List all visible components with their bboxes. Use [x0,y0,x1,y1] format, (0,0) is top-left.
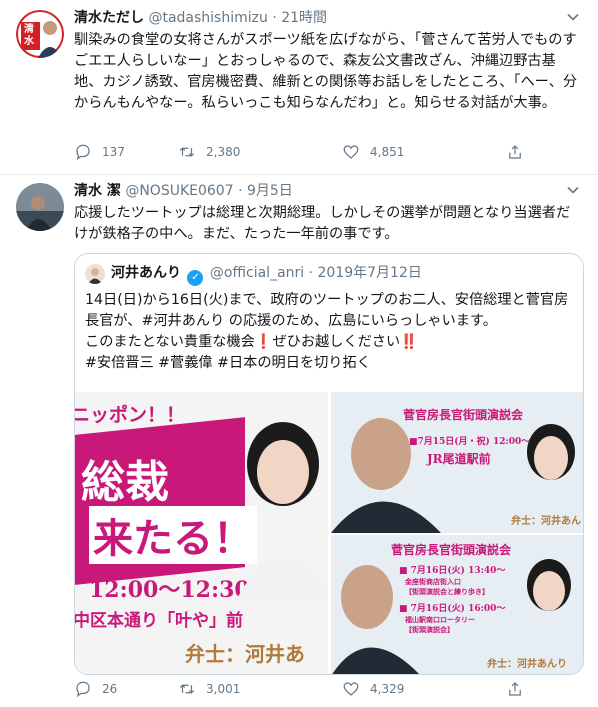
quoted-author-handle: @official_anri [209,265,305,281]
like-button[interactable]: 4,851 [342,142,404,162]
event-title: 菅官房長官街頭演説会 [391,543,512,557]
like-button[interactable]: 4,329 [342,679,404,699]
retweet-count: 2,380 [206,145,241,159]
tweet[interactable]: 清水 清水ただし @tadashishimizu · 21時間 馴染みの食堂の女… [0,0,598,175]
tweet-actions: 26 3,001 4,329 [74,679,521,699]
event-photo[interactable]: 菅官房長官街頭演説会 ■ 7月16日(火) 13:40〜 金座街商店街入口 【街… [331,535,583,674]
share-icon [509,682,521,696]
retweet-button[interactable]: 2,380 [178,142,240,162]
event-line: 福山駅南口ロータリー [405,615,475,624]
heart-icon [343,682,359,696]
share-button[interactable] [506,679,534,699]
retweet-icon [179,147,195,157]
author-handle[interactable]: @NOSUKE0607 [125,183,233,199]
retweet-icon [179,684,195,694]
quoted-media-grid: ニッポン！！ 総裁 来たる！ 12:00〜12:30 中区本通り「叶や」前 弁士… [75,392,583,674]
event-line: 弁士：河井あんり [487,659,567,670]
tweet[interactable]: 清水 潔 @NOSUKE0607 · 9月5日 応援したツートップは総理と次期総… [0,175,598,707]
tweet-header: 清水ただし @tadashishimizu · 21時間 [74,8,558,28]
event-line: 金座街商店街入口 [405,577,461,586]
author-handle[interactable]: @tadashishimizu [148,10,267,26]
chevron-down-icon[interactable] [564,183,582,201]
candidate-photo [235,422,328,602]
event-line: 弁士：河井あん [511,516,581,527]
retweet-button[interactable]: 3,001 [178,679,240,699]
verified-badge-icon: ✓ [187,270,204,286]
poster-image[interactable]: ニッポン！！ 総裁 来たる！ 12:00〜12:30 中区本通り「叶や」前 弁士… [75,392,328,674]
poster-line: 弁士：河井あ [185,642,305,666]
event-photo[interactable]: 菅官房長官街頭演説会 ■7月15日(月・祝) 12:00〜 JR尾道駅前 弁士：… [331,392,583,533]
reply-button[interactable]: 26 [74,679,117,699]
tweet-time[interactable]: · 9月5日 [238,183,293,199]
reply-count: 26 [102,682,118,696]
tweet-text: 馴染みの食堂の女将さんがスポーツ紙を広げながら、「菅さんて苦労人でものすごエエ人… [74,32,578,111]
event-line: ■7月15日(月・祝) 12:00〜 [409,437,531,447]
author-name[interactable]: 清水 潔 [74,183,121,199]
heart-icon [343,145,359,159]
share-button[interactable] [506,142,534,162]
avatar[interactable] [16,183,64,231]
poster-line: 中区本通り「叶や」前 [75,611,243,631]
quoted-header: 河井あんり ✓ @official_anri · 2019年7月12日 [111,263,422,286]
event-line: 【街頭演説会と練り歩き】 [405,587,489,596]
event-line: ■ 7月16日(火) 13:40〜 [399,566,506,576]
tweet-header: 清水 潔 @NOSUKE0607 · 9月5日 [74,181,558,201]
quoted-author-name: 河井あんり [111,265,181,281]
poster-line: ニッポン！！ [75,404,186,426]
share-icon [509,145,521,159]
reply-count: 137 [102,145,125,159]
author-name[interactable]: 清水ただし [74,10,144,26]
event-line: JR尾道駅前 [427,452,491,466]
event-line: ■ 7月16日(火) 16:00〜 [399,604,506,614]
chevron-down-icon[interactable] [564,10,582,28]
avatar[interactable]: 清水 [16,10,64,58]
event-line: 【街頭演説会】 [405,625,454,634]
quoted-avatar [85,264,105,284]
like-count: 4,851 [370,145,405,159]
tweet-text: 応援したツートップは総理と次期総理。しかしその選挙が問題となり当選者だけが鉄格子… [74,205,571,242]
tweet-time[interactable]: · 21時間 [272,10,327,26]
quoted-tweet-time: · 2019年7月12日 [308,265,422,281]
poster-line: 総裁 [81,457,169,508]
event-title: 菅官房長官街頭演説会 [403,408,524,422]
reply-icon [76,681,90,698]
like-count: 4,329 [370,682,405,696]
avatar-text: 清水 [24,24,34,47]
quoted-tweet[interactable]: 河井あんり ✓ @official_anri · 2019年7月12日 14日(… [74,253,584,675]
quoted-tweet-text: 14日(日)から16日(火)まで、政府のツートップのお二人、安倍総理と菅官房長官… [85,292,569,371]
retweet-count: 3,001 [206,682,241,696]
reply-button[interactable]: 137 [74,142,125,162]
reply-icon [76,144,90,161]
tweet-actions: 137 2,380 4,851 [74,142,521,162]
